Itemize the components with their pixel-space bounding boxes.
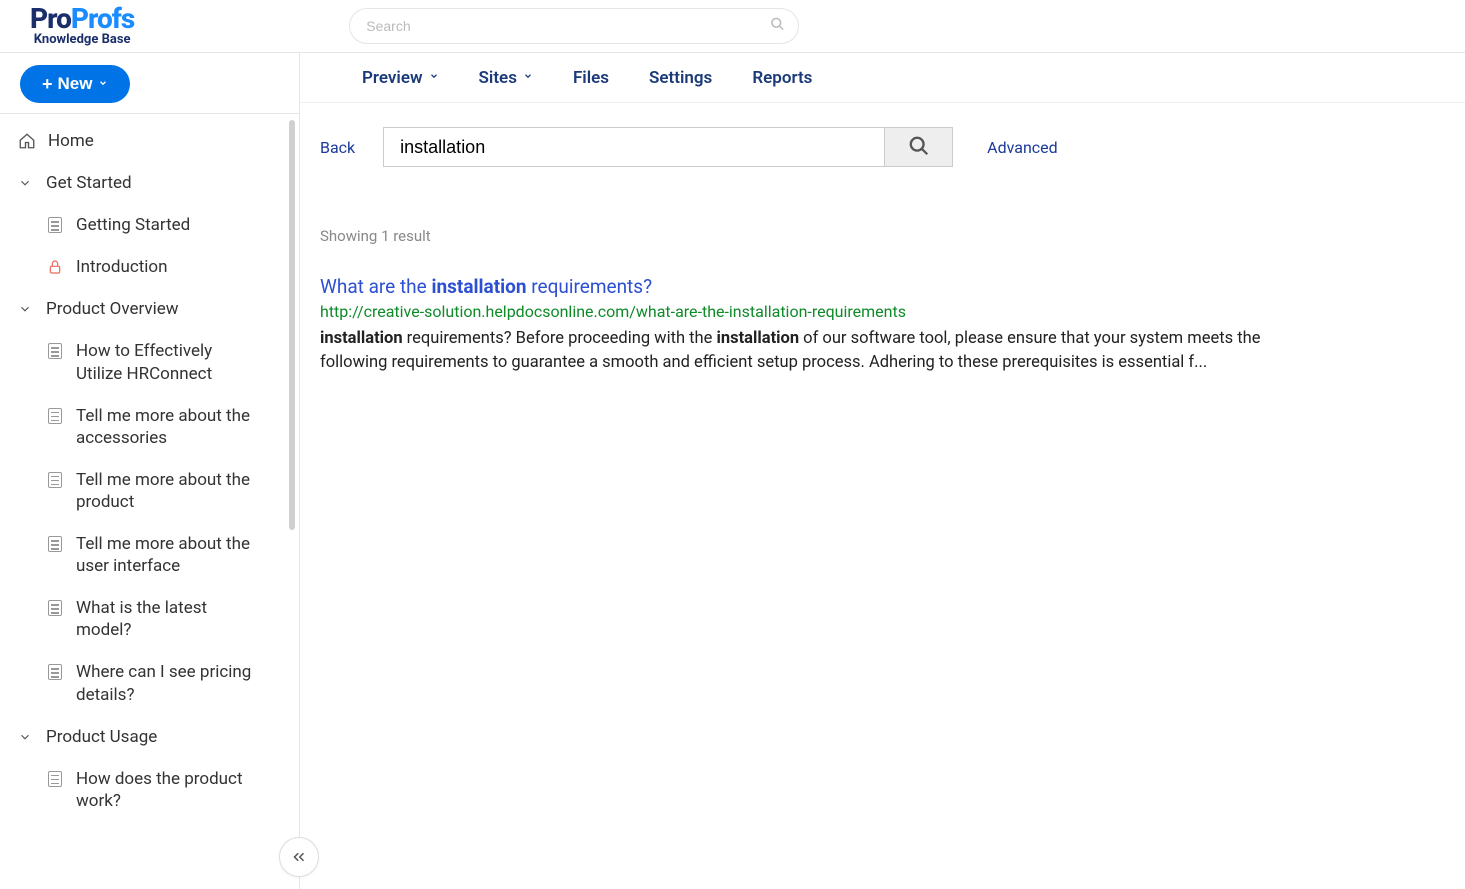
chevron-down-icon [523, 71, 533, 84]
nav-label: Preview [362, 68, 423, 88]
sidebar-item-label: Tell me more about the user interface [76, 533, 256, 577]
sidebar-item-label: How does the product work? [76, 768, 256, 812]
sidebar-item-label: Where can I see pricing details? [76, 661, 256, 705]
document-icon [46, 471, 64, 489]
document-icon [46, 342, 64, 360]
new-button[interactable]: + New [20, 65, 130, 103]
logo[interactable]: ProProfs Knowledge Base [30, 5, 134, 47]
nav-label: Sites [479, 68, 517, 88]
home-icon [18, 132, 36, 150]
sidebar-item-label: Tell me more about the accessories [76, 405, 256, 449]
sidebar-section-product-usage[interactable]: Product Usage [0, 716, 299, 758]
lock-icon [46, 258, 64, 276]
logo-profs: Profs [71, 2, 134, 35]
sidebar: + New Home [0, 53, 300, 889]
nav-label: Reports [752, 68, 812, 88]
sidebar-item[interactable]: How does the product work? [0, 758, 299, 822]
sidebar-section-label: Product Usage [46, 726, 157, 748]
chevron-down-icon [18, 302, 32, 316]
plus-icon: + [42, 74, 53, 95]
sidebar-item-label: Getting Started [76, 214, 190, 236]
topnav: Preview Sites Files Settings Reports [300, 53, 1465, 103]
search-icon [908, 135, 930, 160]
sidebar-item-label: How to Effectively Utilize HRConnect [76, 340, 256, 384]
document-icon [46, 407, 64, 425]
result-url[interactable]: http://creative-solution.helpdocsonline.… [320, 302, 1270, 321]
sidebar-item[interactable]: Tell me more about the accessories [0, 395, 299, 459]
result-snippet: installation requirements? Before procee… [320, 327, 1270, 375]
top-search-input[interactable] [349, 8, 799, 44]
search-row: Back Advanced [320, 127, 1425, 167]
nav-preview[interactable]: Preview [362, 68, 439, 88]
sidebar-item[interactable]: Tell me more about the product [0, 459, 299, 523]
document-icon [46, 599, 64, 617]
scrollbar[interactable] [289, 120, 295, 530]
nav-reports[interactable]: Reports [752, 68, 812, 88]
nav-files[interactable]: Files [573, 68, 609, 88]
back-link[interactable]: Back [320, 138, 355, 157]
result-title[interactable]: What are the installation requirements? [320, 275, 1270, 298]
nav-settings[interactable]: Settings [649, 68, 712, 88]
chevron-down-icon [429, 71, 439, 84]
chevron-down-icon [18, 176, 32, 190]
sidebar-item[interactable]: How to Effectively Utilize HRConnect [0, 330, 299, 394]
collapse-sidebar-button[interactable] [279, 837, 319, 877]
sidebar-item-label: Home [48, 130, 94, 152]
sidebar-section-get-started[interactable]: Get Started [0, 162, 299, 204]
sidebar-section-label: Get Started [46, 172, 132, 194]
new-button-label: New [58, 74, 93, 94]
search-result: What are the installation requirements? … [320, 275, 1270, 375]
tree: Home Get Started Getting Started [0, 113, 299, 889]
sidebar-section-label: Product Overview [46, 298, 179, 320]
top-header: ProProfs Knowledge Base [0, 0, 1465, 53]
sidebar-item-introduction[interactable]: Introduction [0, 246, 299, 288]
advanced-link[interactable]: Advanced [987, 138, 1058, 157]
sidebar-item-home[interactable]: Home [0, 120, 299, 162]
sidebar-item-getting-started[interactable]: Getting Started [0, 204, 299, 246]
sidebar-item-label: What is the latest model? [76, 597, 256, 641]
search-box [383, 127, 953, 167]
document-icon [46, 535, 64, 553]
nav-label: Files [573, 68, 609, 88]
chevron-down-icon [18, 730, 32, 744]
sidebar-section-product-overview[interactable]: Product Overview [0, 288, 299, 330]
search-button[interactable] [884, 128, 952, 166]
logo-pro: Pro [30, 2, 71, 35]
search-input[interactable] [384, 128, 884, 166]
search-icon[interactable] [770, 17, 785, 36]
nav-label: Settings [649, 68, 712, 88]
document-icon [46, 216, 64, 234]
logo-subtitle: Knowledge Base [34, 32, 131, 47]
sidebar-item[interactable]: Tell me more about the user interface [0, 523, 299, 587]
sidebar-item[interactable]: Where can I see pricing details? [0, 651, 299, 715]
sidebar-item-label: Tell me more about the product [76, 469, 256, 513]
chevron-down-icon [98, 78, 108, 91]
result-count: Showing 1 result [320, 227, 1425, 245]
top-search-wrap [349, 8, 799, 44]
sidebar-item-label: Introduction [76, 256, 168, 278]
main: Preview Sites Files Settings Reports Bac… [300, 53, 1465, 889]
document-icon [46, 770, 64, 788]
sidebar-item[interactable]: What is the latest model? [0, 587, 299, 651]
document-icon [46, 663, 64, 681]
nav-sites[interactable]: Sites [479, 68, 533, 88]
